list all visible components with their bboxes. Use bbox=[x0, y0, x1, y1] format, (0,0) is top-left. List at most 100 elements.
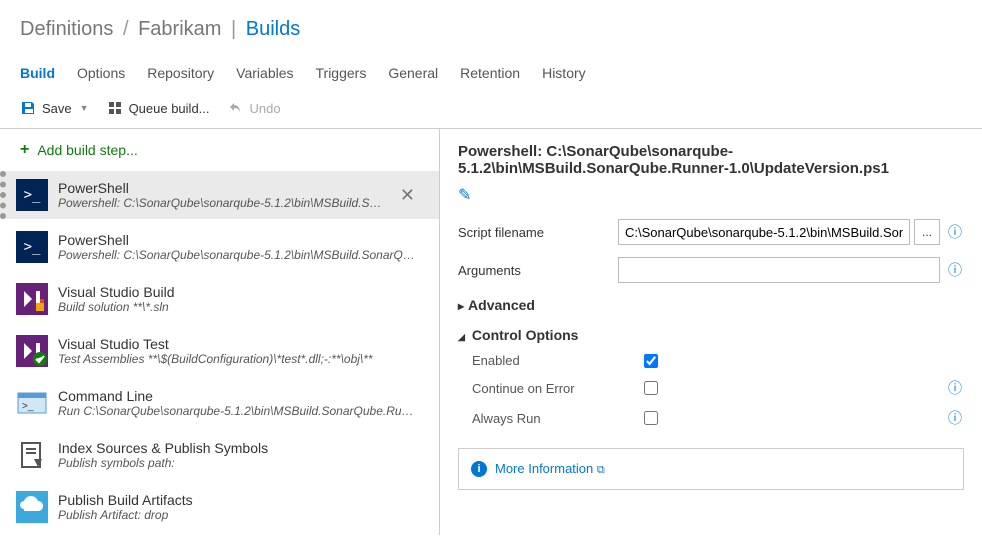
close-icon[interactable]: ✕ bbox=[396, 185, 419, 206]
detail-pane: Powershell: C:\SonarQube\sonarqube-5.1.2… bbox=[440, 129, 982, 535]
step-icon: >_ bbox=[16, 179, 48, 211]
continue-label: Continue on Error bbox=[472, 381, 644, 396]
step-title: Publish Build Artifacts bbox=[58, 492, 419, 508]
save-button[interactable]: Save ▼ bbox=[20, 100, 89, 116]
step-subtitle: Build solution **\*.sln bbox=[58, 300, 419, 314]
edit-icon[interactable]: ✎ bbox=[458, 185, 471, 205]
arguments-label: Arguments bbox=[458, 263, 618, 278]
control-options-header[interactable]: Control Options bbox=[458, 327, 964, 343]
build-step[interactable]: >_ PowerShellPowershell: C:\SonarQube\son… bbox=[0, 171, 439, 219]
breadcrumb: Definitions / Fabrikam | Builds bbox=[0, 0, 982, 49]
step-title: Visual Studio Test bbox=[58, 336, 419, 352]
collapse-icon bbox=[458, 327, 468, 343]
tab-triggers[interactable]: Triggers bbox=[316, 59, 367, 87]
tab-bar: Build Options Repository Variables Trigg… bbox=[0, 59, 982, 88]
step-title: Visual Studio Build bbox=[58, 284, 419, 300]
breadcrumb-builds[interactable]: Builds bbox=[246, 18, 300, 40]
build-step[interactable]: >_ Command LineRun C:\SonarQube\sonarqube… bbox=[0, 379, 439, 427]
external-link-icon: ⧉ bbox=[597, 464, 605, 476]
step-subtitle: Test Assemblies **\$(BuildConfiguration)… bbox=[58, 352, 419, 366]
script-filename-row: Script filename ... ⓘ bbox=[458, 219, 964, 245]
step-subtitle: Publish Artifact: drop bbox=[58, 508, 419, 522]
step-icon: >_ bbox=[16, 231, 48, 263]
step-body: Visual Studio BuildBuild solution **\*.s… bbox=[58, 284, 419, 314]
enabled-label: Enabled bbox=[472, 353, 644, 368]
breadcrumb-definitions[interactable]: Definitions bbox=[20, 18, 113, 40]
step-body: Index Sources & Publish SymbolsPublish s… bbox=[58, 440, 419, 470]
tab-retention[interactable]: Retention bbox=[460, 59, 520, 87]
enabled-row: Enabled bbox=[458, 353, 964, 368]
always-run-checkbox[interactable] bbox=[644, 411, 658, 425]
browse-button[interactable]: ... bbox=[914, 219, 940, 245]
build-step[interactable]: >_ PowerShellPowershell: C:\SonarQube\son… bbox=[0, 223, 439, 271]
queue-icon bbox=[107, 100, 123, 116]
build-step[interactable]: Index Sources & Publish SymbolsPublish s… bbox=[0, 431, 439, 479]
step-body: Publish Build ArtifactsPublish Artifact:… bbox=[58, 492, 419, 522]
info-icon[interactable]: ⓘ bbox=[948, 378, 964, 398]
control-options-label: Control Options bbox=[472, 327, 579, 343]
breadcrumb-project[interactable]: Fabrikam bbox=[138, 18, 221, 40]
arguments-row: Arguments ⓘ bbox=[458, 257, 964, 283]
expand-icon bbox=[458, 297, 464, 313]
always-run-row: Always Run ⓘ bbox=[458, 408, 964, 428]
queue-build-button[interactable]: Queue build... bbox=[107, 100, 210, 116]
tab-general[interactable]: General bbox=[388, 59, 438, 87]
tab-history[interactable]: History bbox=[542, 59, 586, 87]
step-icon: >_ bbox=[16, 387, 48, 419]
build-step[interactable]: Publish Build ArtifactsPublish Artifact:… bbox=[0, 483, 439, 531]
step-icon bbox=[16, 283, 48, 315]
tab-variables[interactable]: Variables bbox=[236, 59, 293, 87]
toolbar: Save ▼ Queue build... Undo bbox=[0, 88, 982, 128]
info-icon: i bbox=[471, 461, 487, 477]
save-icon bbox=[20, 100, 36, 116]
info-icon[interactable]: ⓘ bbox=[948, 260, 964, 280]
more-info-box: i More Information ⧉ bbox=[458, 448, 964, 490]
info-icon[interactable]: ⓘ bbox=[948, 408, 964, 428]
breadcrumb-sep: | bbox=[231, 18, 236, 40]
svg-text:>_: >_ bbox=[22, 401, 34, 412]
step-subtitle: Publish symbols path: bbox=[58, 456, 419, 470]
tab-build[interactable]: Build bbox=[20, 59, 55, 87]
step-subtitle: Run C:\SonarQube\sonarqube-5.1.2\bin\MSB… bbox=[58, 404, 419, 418]
build-step[interactable]: Visual Studio TestTest Assemblies **\$(B… bbox=[0, 327, 439, 375]
step-title: PowerShell bbox=[58, 232, 419, 248]
continue-checkbox[interactable] bbox=[644, 381, 658, 395]
undo-icon bbox=[228, 100, 244, 116]
step-subtitle: Powershell: C:\SonarQube\sonarqube-5.1.2… bbox=[58, 248, 419, 262]
always-run-label: Always Run bbox=[472, 411, 644, 426]
add-step-label: Add build step... bbox=[37, 142, 137, 158]
steps-pane: + Add build step... >_PowerShellPowershe… bbox=[0, 129, 440, 535]
script-filename-input[interactable] bbox=[618, 219, 910, 245]
plus-icon: + bbox=[20, 141, 29, 159]
step-title: Index Sources & Publish Symbols bbox=[58, 440, 419, 456]
info-icon[interactable]: ⓘ bbox=[948, 222, 964, 242]
save-label: Save bbox=[42, 101, 72, 116]
step-title: Command Line bbox=[58, 388, 419, 404]
tab-options[interactable]: Options bbox=[77, 59, 125, 87]
step-icon bbox=[16, 491, 48, 523]
arguments-input[interactable] bbox=[618, 257, 940, 283]
step-body: Command LineRun C:\SonarQube\sonarqube-5… bbox=[58, 388, 419, 418]
step-icon bbox=[16, 439, 48, 471]
queue-label: Queue build... bbox=[129, 101, 210, 116]
breadcrumb-sep: / bbox=[123, 18, 129, 40]
undo-button[interactable]: Undo bbox=[228, 100, 281, 116]
step-body: PowerShellPowershell: C:\SonarQube\sonar… bbox=[58, 180, 386, 210]
step-title: PowerShell bbox=[58, 180, 386, 196]
detail-title: Powershell: C:\SonarQube\sonarqube-5.1.2… bbox=[458, 143, 964, 177]
build-step[interactable]: Visual Studio BuildBuild solution **\*.s… bbox=[0, 275, 439, 323]
enabled-checkbox[interactable] bbox=[644, 354, 658, 368]
chevron-down-icon: ▼ bbox=[80, 103, 89, 113]
tab-repository[interactable]: Repository bbox=[147, 59, 214, 87]
advanced-label: Advanced bbox=[468, 297, 535, 313]
step-subtitle: Powershell: C:\SonarQube\sonarqube-5.1.2… bbox=[58, 196, 386, 210]
advanced-section-header[interactable]: Advanced bbox=[458, 297, 964, 313]
continue-on-error-row: Continue on Error ⓘ bbox=[458, 378, 964, 398]
undo-label: Undo bbox=[250, 101, 281, 116]
step-body: PowerShellPowershell: C:\SonarQube\sonar… bbox=[58, 232, 419, 262]
step-body: Visual Studio TestTest Assemblies **\$(B… bbox=[58, 336, 419, 366]
add-build-step-button[interactable]: + Add build step... bbox=[0, 129, 439, 171]
more-info-link[interactable]: More Information ⧉ bbox=[495, 461, 605, 477]
main-layout: + Add build step... >_PowerShellPowershe… bbox=[0, 128, 982, 535]
step-icon bbox=[16, 335, 48, 367]
